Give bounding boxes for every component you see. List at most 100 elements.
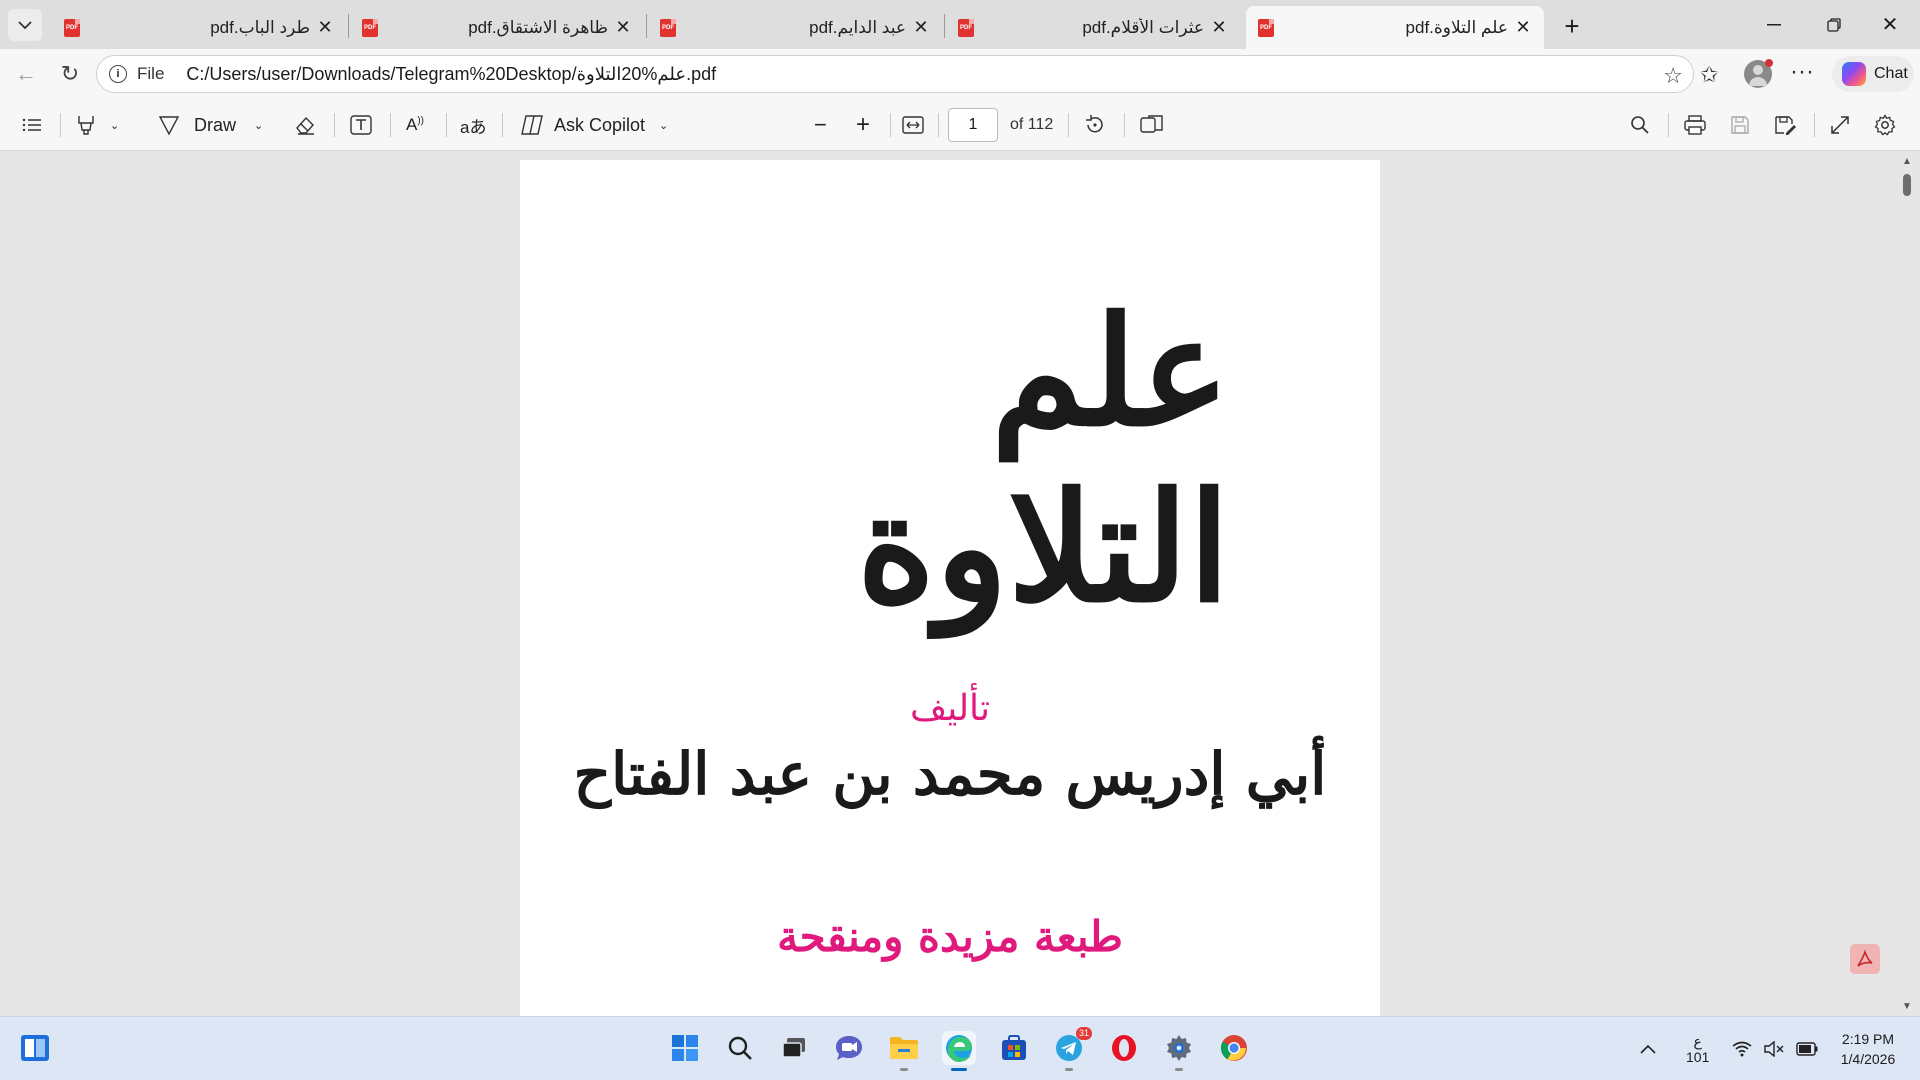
taskbar: 31 ع 101 2:19 PM 1/4/2026 bbox=[0, 1016, 1920, 1080]
close-icon[interactable]: ✕ bbox=[912, 17, 930, 38]
running-indicator bbox=[1175, 1068, 1183, 1071]
toolbar-separator bbox=[938, 113, 939, 137]
opera-app[interactable] bbox=[1107, 1031, 1141, 1065]
more-options-icon[interactable]: ··· bbox=[1790, 58, 1814, 86]
chevron-down-icon[interactable]: ⌄ bbox=[110, 119, 119, 132]
erase-button[interactable] bbox=[294, 111, 316, 139]
close-icon[interactable]: ✕ bbox=[614, 17, 632, 38]
toolbar-separator bbox=[334, 113, 335, 137]
url-scheme: File bbox=[137, 64, 165, 83]
ask-copilot-label: Ask Copilot bbox=[554, 114, 646, 135]
search-button[interactable] bbox=[1630, 111, 1650, 139]
contents-button[interactable] bbox=[22, 111, 42, 139]
star-icon[interactable]: ☆ bbox=[1663, 63, 1683, 89]
close-icon[interactable]: ✕ bbox=[1514, 17, 1532, 38]
translate-button[interactable]: aあ bbox=[460, 111, 486, 139]
restore-button[interactable] bbox=[1804, 0, 1864, 49]
scroll-thumb[interactable] bbox=[1903, 174, 1911, 196]
add-text-button[interactable] bbox=[350, 111, 372, 139]
input-language-indicator[interactable]: ع 101 bbox=[1686, 1017, 1709, 1080]
chevron-down-icon[interactable]: ⌄ bbox=[659, 119, 668, 132]
favorites-icon[interactable]: ✩ bbox=[1700, 62, 1718, 88]
page-view-button[interactable] bbox=[1140, 111, 1164, 139]
clock[interactable]: 2:19 PM 1/4/2026 bbox=[1822, 1029, 1914, 1069]
task-view-button[interactable] bbox=[777, 1031, 811, 1065]
file-explorer-app[interactable] bbox=[887, 1031, 921, 1071]
close-icon[interactable]: ✕ bbox=[316, 17, 334, 38]
meet-app[interactable] bbox=[832, 1031, 866, 1065]
close-window-button[interactable]: ✕ bbox=[1860, 0, 1920, 49]
wifi-icon bbox=[1732, 1041, 1752, 1057]
zoom-out-button[interactable]: − bbox=[814, 111, 827, 139]
notification-dot bbox=[1765, 59, 1773, 67]
telegram-app[interactable]: 31 bbox=[1052, 1027, 1092, 1071]
highlight-button[interactable]: ⌄ bbox=[76, 111, 119, 139]
tab-2[interactable]: PDF ظاهرة الاشتقاق.pdf ✕ bbox=[350, 6, 644, 49]
copilot-icon bbox=[1842, 62, 1866, 86]
new-tab-button[interactable]: + bbox=[1556, 10, 1588, 42]
store-icon bbox=[1002, 1035, 1026, 1060]
settings-app[interactable] bbox=[1162, 1031, 1196, 1071]
keyboard-layout: 101 bbox=[1686, 1049, 1710, 1065]
url-text[interactable]: C:/Users/user/Downloads/Telegram%20Deskt… bbox=[186, 64, 716, 85]
tab-3[interactable]: PDF عبد الدايم.pdf ✕ bbox=[648, 6, 942, 49]
chevron-down-icon[interactable]: ⌄ bbox=[254, 119, 263, 132]
close-icon[interactable]: ✕ bbox=[1210, 17, 1228, 38]
back-button[interactable]: ← bbox=[10, 58, 42, 90]
rotate-button[interactable] bbox=[1084, 111, 1106, 139]
pdf-viewer[interactable]: علم التلاوة تأليف أبي إدريس محمد بن عبد … bbox=[0, 152, 1920, 1016]
toolbar-separator bbox=[446, 113, 447, 137]
highlighter-icon bbox=[78, 116, 94, 135]
ask-copilot-button[interactable]: Ask Copilot ⌄ bbox=[520, 111, 668, 139]
zoom-in-button[interactable]: + bbox=[856, 111, 870, 139]
save-as-button[interactable] bbox=[1774, 111, 1796, 139]
plus-icon: + bbox=[1564, 10, 1580, 41]
active-indicator bbox=[951, 1068, 967, 1071]
pdf-file-icon: PDF bbox=[660, 18, 676, 37]
refresh-button[interactable]: ↻ bbox=[54, 58, 86, 90]
show-hidden-icons[interactable] bbox=[1640, 1017, 1656, 1080]
opera-icon bbox=[1112, 1035, 1136, 1061]
scroll-down-icon[interactable]: ▼ bbox=[1902, 1001, 1912, 1012]
info-icon[interactable]: i bbox=[109, 65, 127, 83]
scroll-up-icon[interactable]: ▲ bbox=[1902, 156, 1912, 167]
tab-title: عبد الدايم.pdf bbox=[809, 17, 906, 37]
arrow-left-icon: ← bbox=[15, 61, 37, 86]
chevron-up-icon bbox=[1640, 1044, 1656, 1054]
rotate-icon bbox=[1086, 115, 1103, 133]
page-number-input[interactable]: 1 bbox=[948, 108, 998, 142]
chrome-app[interactable] bbox=[1217, 1031, 1251, 1065]
fit-to-width-button[interactable] bbox=[902, 111, 924, 139]
widgets-button[interactable] bbox=[18, 1031, 52, 1065]
minus-icon: − bbox=[814, 112, 827, 137]
copilot-chat-button[interactable]: Chat bbox=[1832, 56, 1914, 92]
edge-app[interactable] bbox=[942, 1031, 976, 1071]
tab-separator bbox=[944, 14, 945, 38]
search-taskbar-button[interactable] bbox=[723, 1031, 757, 1065]
draw-button[interactable]: Draw ⌄ bbox=[158, 111, 263, 139]
save-button[interactable] bbox=[1730, 111, 1750, 139]
system-status[interactable] bbox=[1732, 1017, 1818, 1080]
start-button[interactable] bbox=[668, 1031, 702, 1065]
microsoft-store-app[interactable] bbox=[997, 1031, 1031, 1065]
task-view-icon bbox=[782, 1038, 805, 1058]
print-button[interactable] bbox=[1684, 111, 1706, 139]
fullscreen-button[interactable] bbox=[1830, 111, 1850, 139]
tab-1[interactable]: PDF طرد الباب.pdf ✕ bbox=[52, 6, 346, 49]
tab-5-active[interactable]: PDF علم التلاوة.pdf ✕ bbox=[1246, 6, 1544, 49]
tab-title: عثرات الأقلام.pdf bbox=[1082, 17, 1204, 37]
copilot-outline-icon bbox=[521, 115, 543, 135]
list-icon bbox=[22, 118, 41, 132]
draw-label: Draw bbox=[194, 114, 237, 135]
settings-button[interactable] bbox=[1874, 111, 1896, 139]
page-view-icon bbox=[1140, 115, 1163, 133]
tab-4[interactable]: PDF عثرات الأقلام.pdf ✕ bbox=[946, 6, 1240, 49]
search-icon bbox=[728, 1036, 752, 1060]
pdf-toolbar: ⌄ Draw ⌄ A)) aあ Ask Copilot ⌄ − + 1 of 1… bbox=[0, 99, 1920, 151]
acrobat-icon[interactable] bbox=[1850, 944, 1880, 974]
tab-actions-menu-button[interactable] bbox=[8, 9, 42, 41]
url-bar[interactable]: i File C:/Users/user/Downloads/Telegram%… bbox=[96, 55, 1694, 93]
read-aloud-button[interactable]: A)) bbox=[406, 111, 424, 139]
vertical-scrollbar[interactable]: ▲ ▼ bbox=[1896, 152, 1916, 1016]
minimize-button[interactable] bbox=[1744, 0, 1804, 49]
